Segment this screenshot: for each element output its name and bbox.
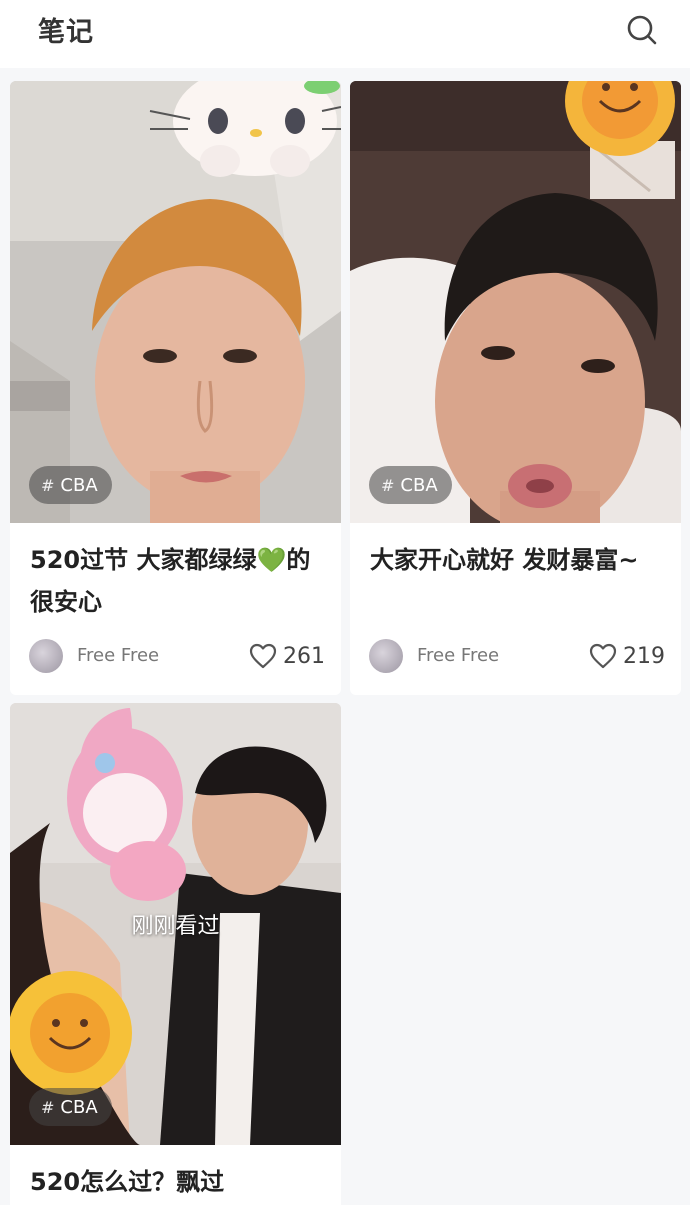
search-icon[interactable] (622, 10, 662, 50)
topic-tag-label: CBA (60, 474, 98, 496)
author-name[interactable]: Free Free (77, 645, 159, 666)
page-title: 笔记 (38, 17, 94, 48)
topic-tag[interactable]: # CBA (369, 466, 452, 504)
note-photo[interactable]: 刚刚看过 # CBA (10, 703, 341, 1145)
note-photo[interactable]: # CBA (350, 81, 681, 523)
topic-tag-label: CBA (60, 1096, 98, 1118)
hashtag-icon: # (381, 475, 395, 495)
topic-tag-label: CBA (400, 474, 438, 496)
like-button[interactable]: 219 (589, 641, 665, 671)
heart-outline-icon (249, 643, 277, 669)
note-title[interactable]: 520怎么过？飘过 (30, 1161, 326, 1203)
notes-feed: # CBA 520过节 大家都绿绿💚的很安心 Free Free 261 # C… (0, 68, 690, 1205)
topic-tag[interactable]: # CBA (29, 1088, 112, 1126)
heart-outline-icon (589, 643, 617, 669)
app-header: 笔记 (0, 0, 690, 68)
note-card[interactable]: # CBA 大家开心就好 发财暴富~ Free Free 219 (350, 81, 681, 695)
author-name[interactable]: Free Free (417, 645, 499, 666)
avatar[interactable] (369, 639, 403, 673)
note-card[interactable]: 刚刚看过 # CBA 520怎么过？飘过 (10, 703, 341, 1205)
note-card[interactable]: # CBA 520过节 大家都绿绿💚的很安心 Free Free 261 (10, 81, 341, 695)
topic-tag[interactable]: # CBA (29, 466, 112, 504)
note-photo[interactable]: # CBA (10, 81, 341, 523)
note-title[interactable]: 大家开心就好 发财暴富~ (370, 539, 666, 581)
note-title[interactable]: 520过节 大家都绿绿💚的很安心 (30, 539, 326, 623)
hashtag-icon: # (41, 475, 55, 495)
note-meta: Free Free 219 (369, 635, 665, 675)
recently-viewed-overlay: 刚刚看过 (131, 914, 220, 939)
note-meta: Free Free 261 (29, 635, 325, 675)
like-count: 261 (283, 643, 325, 669)
hashtag-icon: # (41, 1097, 55, 1117)
avatar[interactable] (29, 639, 63, 673)
like-button[interactable]: 261 (249, 641, 325, 671)
like-count: 219 (623, 643, 665, 669)
